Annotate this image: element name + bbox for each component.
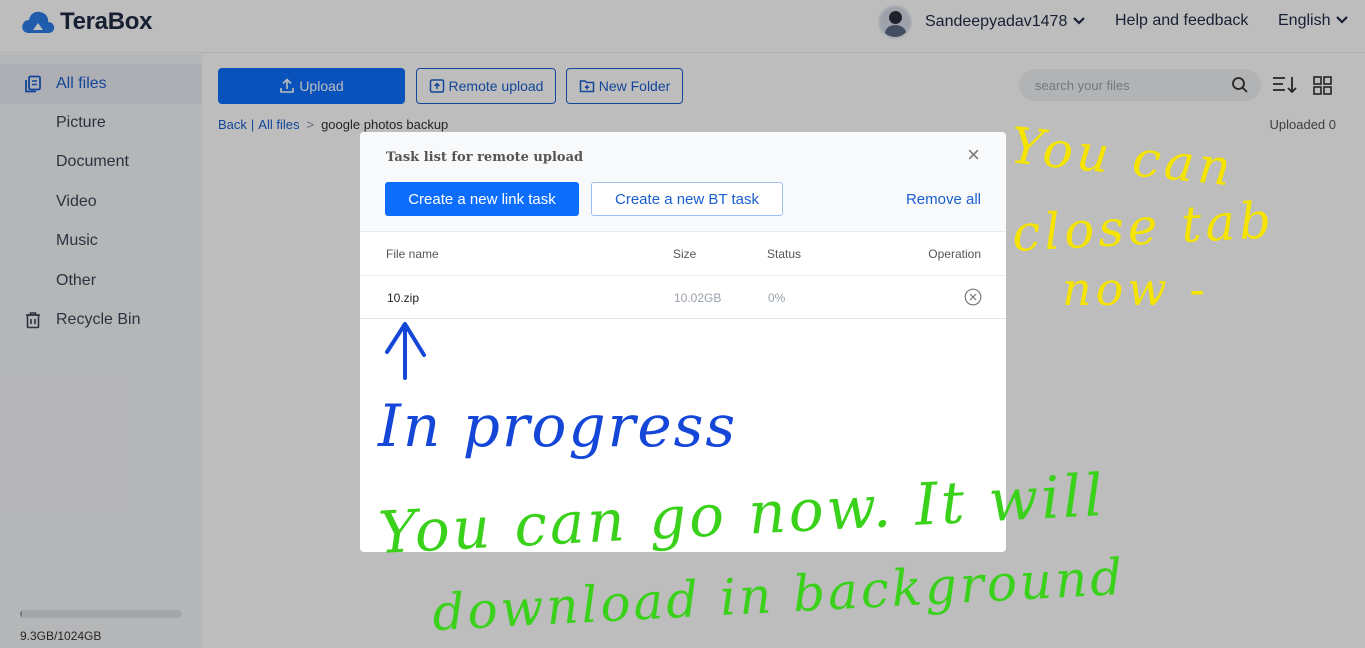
table-row: 10.zip 10.02GB 0% (360, 276, 1006, 319)
row-file-name: 10.zip (387, 291, 420, 305)
cancel-task-icon[interactable] (964, 288, 982, 306)
dialog-header: Task list for remote upload × Create a n… (360, 132, 1006, 232)
column-operation: Operation (928, 247, 981, 261)
column-file-name: File name (386, 247, 439, 261)
row-file-size: 10.02GB (674, 291, 722, 305)
remove-all-link[interactable]: Remove all (906, 191, 981, 208)
create-link-task-button[interactable]: Create a new link task (385, 182, 579, 216)
remote-upload-task-dialog: Task list for remote upload × Create a n… (360, 132, 1006, 552)
row-status: 0% (768, 291, 786, 305)
task-table-header: File name Size Status Operation (360, 232, 1006, 276)
column-size: Size (673, 247, 697, 261)
close-icon[interactable]: × (967, 144, 980, 166)
column-status: Status (767, 247, 802, 261)
dialog-title: Task list for remote upload (386, 150, 584, 165)
create-bt-task-button[interactable]: Create a new BT task (591, 182, 783, 216)
